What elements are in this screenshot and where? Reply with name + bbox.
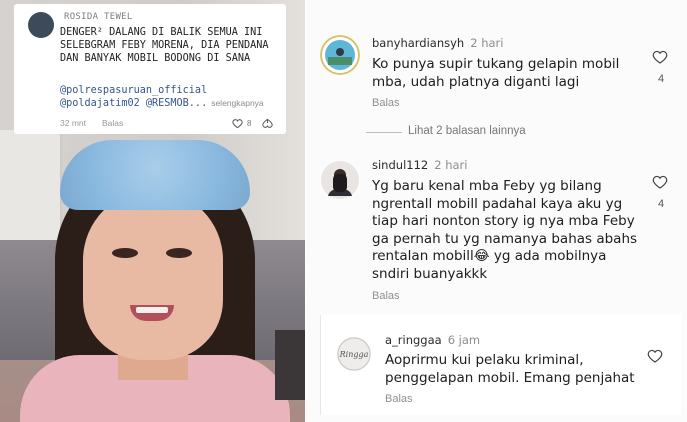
- comment-username[interactable]: banyhardiansyh 2 hari: [372, 36, 503, 50]
- comment-text: Ko punya supir tukang gelapin mobil mba,…: [372, 56, 620, 90]
- comments-panel: banyhardiansyh 2 hari Ko punya supir tuka…: [306, 0, 687, 422]
- overlay-reply-button[interactable]: Balas: [102, 118, 123, 128]
- background-lamp: [275, 330, 305, 400]
- heart-icon[interactable]: [652, 49, 668, 65]
- reply-text: Aoprirmu kui pelaku kriminal, penggelapa…: [385, 352, 635, 386]
- like-count: 4: [658, 198, 665, 210]
- overlay-timestamp: 32 mnt: [60, 118, 86, 128]
- overlay-like-count: 8: [247, 119, 252, 128]
- comment-username[interactable]: sindul112 2 hari: [372, 158, 467, 172]
- comment-username-text[interactable]: banyhardiansyh: [372, 36, 464, 50]
- comment-text: Yg baru kenal mba Feby yg bilang ngrenta…: [372, 178, 638, 282]
- overlay-mentions: @polrespasuruan_official @poldajatim02 @…: [60, 84, 284, 110]
- overlay-heart-icon[interactable]: [232, 118, 243, 129]
- person-eye-left: [112, 248, 138, 258]
- overlay-mention-links[interactable]: @polrespasuruan_official @poldajatim02 @…: [60, 85, 207, 109]
- comment-time: 2 hari: [470, 36, 504, 50]
- video-frame[interactable]: ROSIDA TEWEL DENGER² DALANG DI BALIK SEM…: [0, 0, 305, 422]
- comment-reply-button[interactable]: Balas: [372, 97, 400, 109]
- overlay-avatar[interactable]: [28, 12, 54, 38]
- view-more-replies[interactable]: Lihat 2 balasan lainnya: [408, 125, 526, 137]
- comment-avatar[interactable]: [320, 35, 360, 75]
- person-eye-right: [166, 248, 192, 258]
- reply-avatar-logo: Ringga: [339, 350, 369, 359]
- comment-time: 2 hari: [434, 158, 468, 172]
- comment-avatar[interactable]: [320, 160, 360, 200]
- reply-reply-button[interactable]: Balas: [385, 393, 413, 405]
- person-face: [83, 190, 223, 360]
- reply-username[interactable]: a_ringgaa 6 jam: [385, 333, 480, 347]
- overlay-more-link[interactable]: selengkapnya: [211, 98, 263, 108]
- person-headband: [60, 140, 250, 210]
- reply-avatar[interactable]: Ringga: [337, 337, 371, 371]
- reply-username-text[interactable]: a_ringgaa: [385, 333, 442, 347]
- like-count: 4: [658, 73, 665, 85]
- heart-icon[interactable]: [647, 348, 663, 364]
- comment-username-text[interactable]: sindul112: [372, 158, 428, 172]
- overlay-dislike-icon[interactable]: [262, 118, 273, 129]
- overlay-comment-card: ROSIDA TEWEL DENGER² DALANG DI BALIK SEM…: [14, 4, 286, 134]
- comment-reply-button[interactable]: Balas: [372, 290, 400, 302]
- reply-time: 6 jam: [447, 333, 481, 347]
- overlay-username[interactable]: ROSIDA TEWEL: [64, 12, 133, 22]
- nested-reply: Ringga a_ringgaa 6 jam Aoprirmu kui pelak…: [320, 315, 681, 415]
- overlay-comment-text: DENGER² DALANG DI BALIK SEMUA INI SELEBG…: [60, 27, 269, 64]
- heart-icon[interactable]: [652, 174, 668, 190]
- view-replies-line: [366, 132, 402, 133]
